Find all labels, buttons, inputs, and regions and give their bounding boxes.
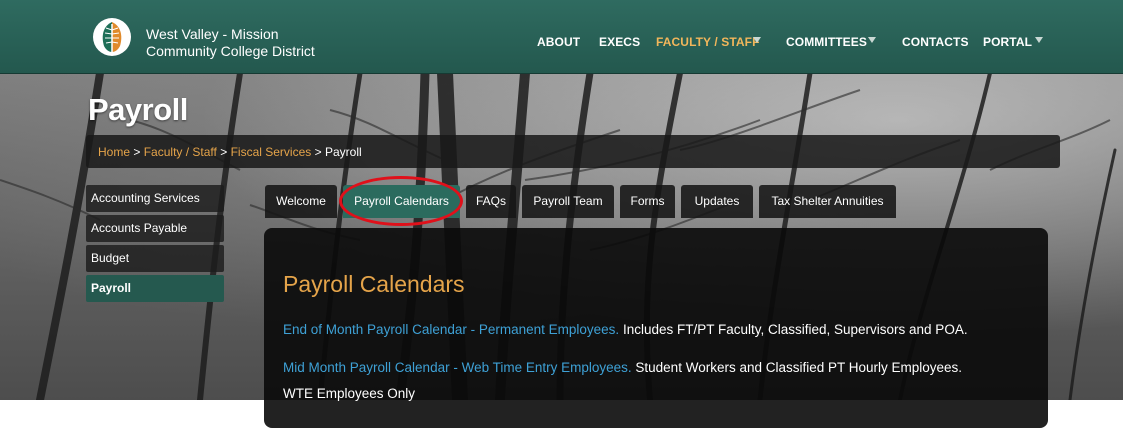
sidebar-item-budget[interactable]: Budget [86,245,224,272]
sidebar-item-payroll[interactable]: Payroll [86,275,224,302]
tab-payroll-calendars[interactable]: Payroll Calendars [343,185,460,218]
tab-forms[interactable]: Forms [620,185,675,218]
entry-description: Includes FT/PT Faculty, Classified, Supe… [622,322,968,337]
entry-description: Student Workers and Classified PT Hourly… [635,360,963,375]
chevron-down-icon[interactable] [868,37,876,43]
breadcrumb-separator: > [314,145,322,159]
sidebar-item-accounts-payable[interactable]: Accounts Payable [86,215,224,242]
end-of-month-calendar-link[interactable]: End of Month Payroll Calendar - Permanen… [283,322,619,337]
breadcrumb-separator: > [133,145,141,159]
nav-contacts[interactable]: CONTACTS [902,35,969,49]
tab-updates[interactable]: Updates [681,185,753,218]
tab-faqs[interactable]: FAQs [466,185,516,218]
breadcrumb: Home > Faculty / Staff > Fiscal Services… [86,135,1060,168]
breadcrumb-home[interactable]: Home [98,145,130,159]
chevron-down-icon[interactable] [753,37,761,43]
calendar-entry: End of Month Payroll Calendar - Permanen… [283,322,968,337]
sidebar-item-accounting-services[interactable]: Accounting Services [86,185,224,212]
breadcrumb-faculty-staff[interactable]: Faculty / Staff [144,145,217,159]
nav-execs[interactable]: EXECS [599,35,640,49]
nav-about[interactable]: ABOUT [537,35,580,49]
site-header: West Valley - Mission Community College … [0,0,1123,74]
tab-welcome[interactable]: Welcome [265,185,337,218]
breadcrumb-fiscal-services[interactable]: Fiscal Services [231,145,312,159]
nav-portal[interactable]: PORTAL [983,35,1032,49]
tab-tax-shelter-annuities[interactable]: Tax Shelter Annuities [759,185,896,218]
nav-faculty-staff[interactable]: FACULTY / STAFF [656,35,760,49]
breadcrumb-current: Payroll [324,145,362,159]
entry-note: WTE Employees Only [283,386,416,401]
nav-committees[interactable]: COMMITTEES [786,35,867,49]
tab-payroll-team[interactable]: Payroll Team [522,185,614,218]
breadcrumb-separator: > [220,145,228,159]
calendar-entry: Mid Month Payroll Calendar - Web Time En… [283,360,962,375]
page-title: Payroll [88,92,188,127]
mid-month-calendar-link[interactable]: Mid Month Payroll Calendar - Web Time En… [283,360,632,375]
sidebar: Accounting Services Accounts Payable Bud… [86,185,224,305]
main-nav: ABOUT EXECS FACULTY / STAFF COMMITTEES C… [0,35,1123,49]
chevron-down-icon[interactable] [1035,37,1043,43]
section-heading: Payroll Calendars [283,271,465,297]
